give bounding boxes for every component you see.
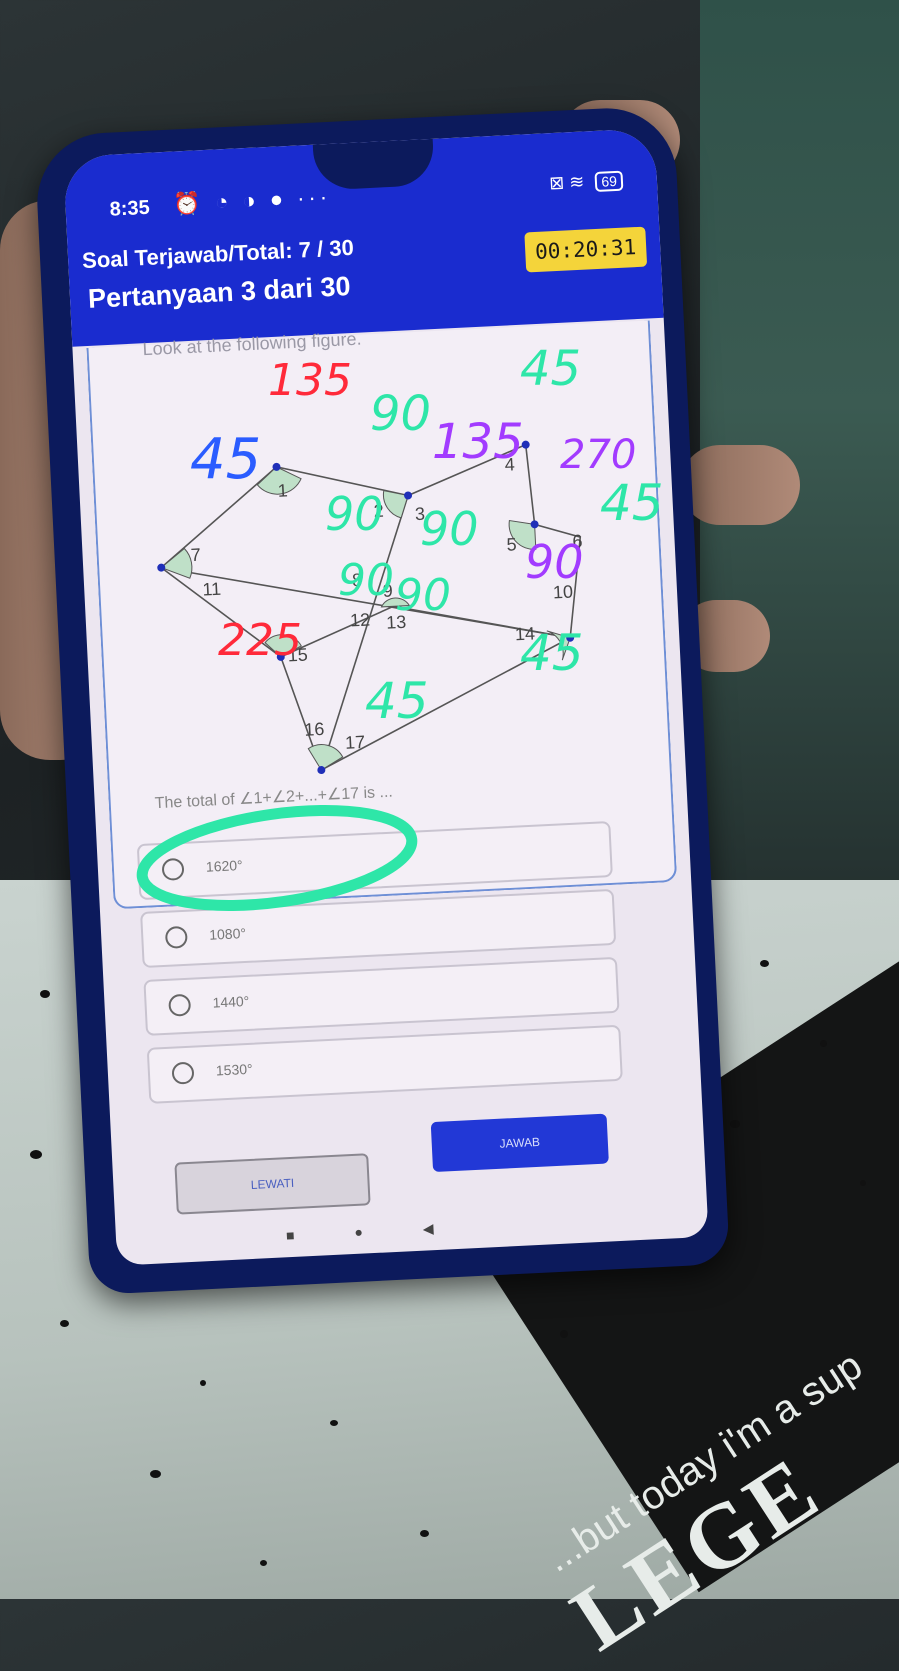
status-notification-icons: ⏰ ◔ ◑ ● ··· [172,183,332,217]
fabric-speck [860,1180,866,1186]
fabric-speck [330,1420,338,1426]
skip-button[interactable]: LEWATI [174,1153,371,1215]
answer-option-3[interactable]: 1440° [143,956,620,1036]
status-time: 8:35 [109,196,151,221]
figure-label: 13 [386,612,407,633]
geometry-figure: 1 2 3 4 5 6 7 8 9 10 11 12 13 14 15 16 1… [157,440,583,775]
fabric-speck [60,1320,69,1327]
finger-right-1 [680,445,800,525]
battery-icon: 69 [594,170,624,192]
fabric-speck [30,1150,42,1159]
figure-label: 3 [414,504,425,524]
figure-label: 2 [373,501,384,521]
radio-button[interactable] [164,925,188,949]
figure-label: 5 [506,534,517,554]
answered-count: Soal Terjawab/Total: 7 / 30 [81,234,355,274]
figure-label: 17 [345,732,366,753]
radio-button[interactable] [161,857,185,881]
figure-label: 7 [190,545,201,565]
camera-notch [312,138,435,191]
figure-label: 15 [287,645,308,666]
figure-label: 11 [202,579,222,600]
option-label: 1620° [205,857,244,875]
radio-button[interactable] [168,993,192,1017]
figure-label: 16 [304,719,325,740]
option-label: 1080° [208,924,247,943]
fabric-speck [730,1120,740,1128]
answer-option-4[interactable]: 1530° [146,1024,623,1104]
fabric-speck [420,1530,429,1537]
fabric-speck [200,1380,206,1386]
fabric-speck [820,1040,827,1047]
figure-label: 14 [514,623,535,644]
question-number: Pertanyaan 3 dari 30 [87,271,352,314]
fabric-speck [150,1470,161,1478]
system-nav-bar[interactable]: ■●◀ [286,1217,494,1244]
app-header: 8:35 ⏰ ◔ ◑ ● ··· ⊠ ≋ 69 Soal Terjawab/To… [63,128,664,347]
answer-button[interactable]: JAWAB [430,1113,609,1173]
radio-button[interactable] [171,1061,195,1085]
phone: 8:35 ⏰ ◔ ◑ ● ··· ⊠ ≋ 69 Soal Terjawab/To… [34,105,730,1295]
option-label: 1530° [215,1060,254,1079]
countdown-timer: 00:20:31 [524,226,648,273]
status-right: ⊠ ≋ 69 [549,170,624,195]
figure-label: 4 [504,454,515,474]
figure-label: 1 [277,480,288,500]
fabric-speck [760,960,769,967]
figure-label: 9 [382,580,393,600]
figure-label: 12 [350,609,371,630]
fabric-speck [560,1330,568,1338]
figure-label: 10 [552,582,573,603]
wifi-icon: ⊠ ≋ [548,171,585,194]
fabric-speck [40,990,50,998]
figure-label: 8 [352,570,363,590]
figure-label: 6 [572,531,583,551]
phone-screen: 8:35 ⏰ ◔ ◑ ● ··· ⊠ ≋ 69 Soal Terjawab/To… [63,128,709,1266]
fabric-speck [260,1560,267,1566]
option-label: 1440° [212,992,250,1011]
figure-vertex [521,440,530,449]
